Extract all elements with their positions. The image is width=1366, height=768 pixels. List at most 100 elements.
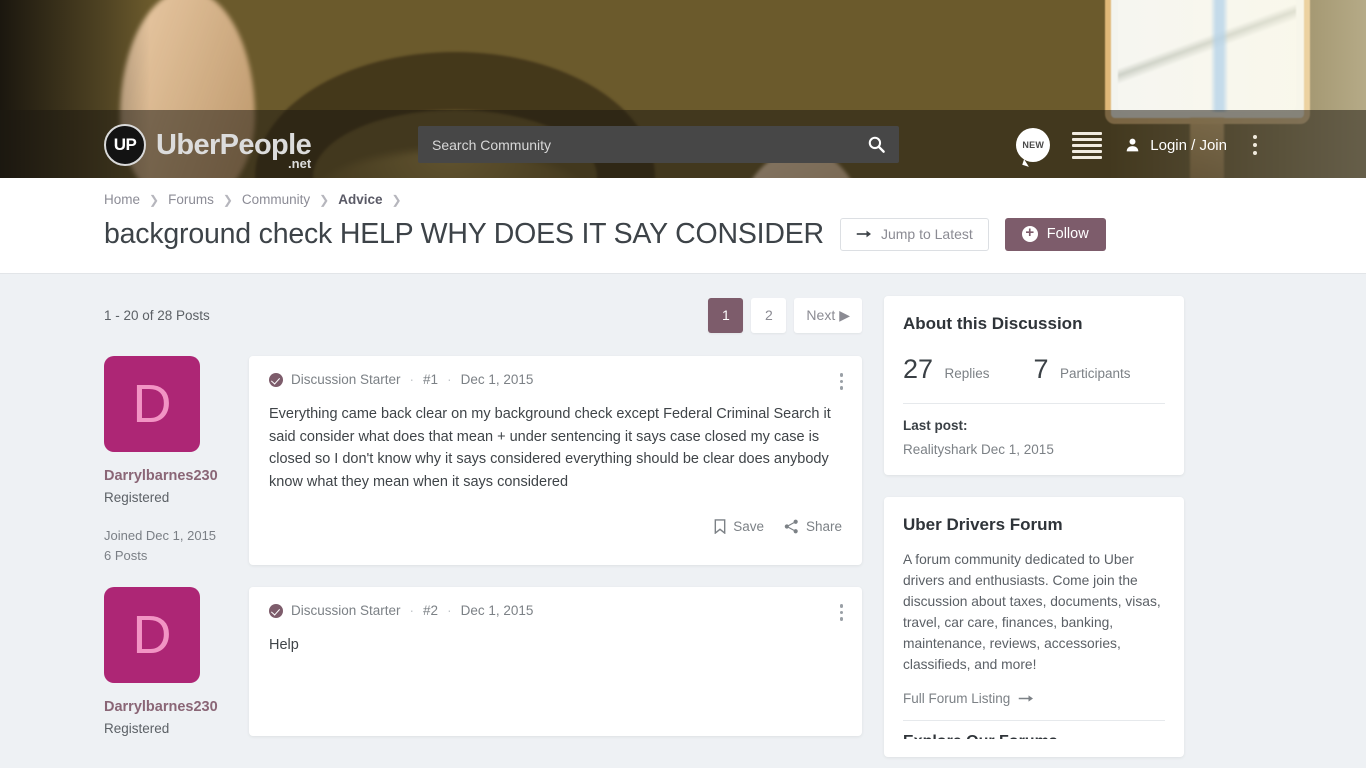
breadcrumb-separator: ❯ xyxy=(391,192,402,207)
truncated-card-heading: Explore Our Forums xyxy=(903,733,1165,739)
follow-button[interactable]: + Follow xyxy=(1004,217,1106,251)
author-name-link[interactable]: Darrylbarnes230 xyxy=(104,468,254,484)
breadcrumb: Home ❯ Forums ❯ Community ❯ Advice ❯ xyxy=(0,178,1366,207)
post-kebab-menu-icon[interactable] xyxy=(837,370,847,393)
jump-to-latest-label: Jump to Latest xyxy=(880,226,973,243)
post-bubble: Discussion Starter · #2 · Dec 1, 2015 He… xyxy=(249,587,862,737)
participants-stat: 7 Participants xyxy=(1034,354,1131,385)
login-join-button[interactable]: Login / Join xyxy=(1124,136,1227,154)
search-bar[interactable] xyxy=(418,126,899,163)
post-meta: Discussion Starter · #2 · Dec 1, 2015 xyxy=(269,603,842,618)
replies-label: Replies xyxy=(944,366,990,382)
logo-suffix-text: .net xyxy=(288,155,312,171)
replies-stat: 27 Replies xyxy=(903,354,990,385)
breadcrumb-item-community[interactable]: Community xyxy=(242,192,310,207)
verified-check-icon xyxy=(269,372,283,387)
author-rank: Registered xyxy=(104,721,170,737)
search-input[interactable] xyxy=(418,126,853,163)
meta-separator: · xyxy=(447,372,452,388)
avatar[interactable]: D xyxy=(104,356,200,453)
full-forum-listing-link[interactable]: Full Forum Listing xyxy=(903,691,1034,707)
next-page-button[interactable]: Next ▶ xyxy=(794,297,862,333)
meta-separator: · xyxy=(447,603,452,619)
new-messages-icon[interactable]: NEW xyxy=(1016,128,1051,162)
posts-count-label: 1 - 20 of 28 Posts xyxy=(104,307,210,323)
full-forum-listing-label: Full Forum Listing xyxy=(903,691,1011,707)
post-body: Everything came back clear on my backgro… xyxy=(269,406,831,490)
page-button-2[interactable]: 2 xyxy=(751,297,787,333)
breadcrumb-item-advice[interactable]: Advice xyxy=(338,192,382,207)
header-actions: NEW Login / Join xyxy=(1016,122,1261,168)
post-number[interactable]: #2 xyxy=(423,603,438,618)
discussion-starter-label: Discussion Starter xyxy=(291,603,401,619)
forum-info-card: Uber Drivers Forum A forum community ded… xyxy=(884,497,1184,758)
post-author-block: D Darrylbarnes230 Registered xyxy=(104,587,254,736)
about-discussion-title: About this Discussion xyxy=(903,314,1083,334)
title-section: Home ❯ Forums ❯ Community ❯ Advice ❯ bac… xyxy=(0,178,1366,275)
verified-check-icon xyxy=(269,603,283,618)
post-number[interactable]: #1 xyxy=(423,372,438,387)
plus-circle-icon: + xyxy=(1021,225,1038,243)
next-page-label: Next xyxy=(806,307,836,324)
header-kebab-menu-icon[interactable] xyxy=(1249,131,1261,159)
card-divider xyxy=(903,720,1165,722)
forum-list-icon[interactable] xyxy=(1072,131,1103,159)
author-rank: Registered xyxy=(104,490,170,506)
breadcrumb-item-home[interactable]: Home xyxy=(104,192,140,207)
participants-value: 7 xyxy=(1033,354,1049,385)
triangle-right-icon: ▶ xyxy=(839,306,850,323)
site-logo[interactable]: UP UberPeople .net xyxy=(104,122,312,171)
page-title: background check HELP WHY DOES IT SAY CO… xyxy=(104,218,824,250)
hero-banner: UP UberPeople .net NEW Login / Join xyxy=(0,0,1366,178)
page-button-1[interactable]: 1 xyxy=(708,297,744,333)
breadcrumb-separator: ❯ xyxy=(319,192,330,207)
save-label: Save xyxy=(733,519,764,535)
meta-separator: · xyxy=(409,372,415,388)
author-post-count: 6 Posts xyxy=(104,547,148,563)
last-post-label: Last post: xyxy=(903,418,968,434)
title-row: background check HELP WHY DOES IT SAY CO… xyxy=(0,207,1366,273)
posts-toolbar: 1 - 20 of 28 Posts 1 2 Next ▶ xyxy=(104,296,862,334)
post-date[interactable]: Dec 1, 2015 xyxy=(461,603,534,618)
login-join-label: Login / Join xyxy=(1150,136,1227,154)
search-button[interactable] xyxy=(853,126,899,163)
post-kebab-menu-icon[interactable] xyxy=(837,601,847,624)
share-icon xyxy=(784,519,798,534)
post-actions: Save Share xyxy=(269,503,842,548)
main-content: 1 - 20 of 28 Posts 1 2 Next ▶ D Darrylba… xyxy=(0,274,1366,768)
author-name-link[interactable]: Darrylbarnes230 xyxy=(104,699,254,715)
share-button[interactable]: Share xyxy=(784,519,842,534)
replies-value: 27 xyxy=(903,354,934,385)
save-button[interactable]: Save xyxy=(714,519,764,535)
breadcrumb-separator: ❯ xyxy=(149,192,160,207)
avatar[interactable]: D xyxy=(104,587,200,684)
bookmark-icon xyxy=(714,519,726,535)
post-meta: Discussion Starter · #1 · Dec 1, 2015 xyxy=(269,372,842,387)
meta-separator: · xyxy=(409,603,415,619)
post-item: D Darrylbarnes230 Registered Discussion … xyxy=(104,587,862,737)
posts-column: 1 - 20 of 28 Posts 1 2 Next ▶ D Darrylba… xyxy=(104,296,862,768)
forum-description: A forum community dedicated to Uber driv… xyxy=(903,552,1161,673)
author-joined-date: Joined Dec 1, 2015 xyxy=(104,528,217,544)
breadcrumb-item-forums[interactable]: Forums xyxy=(168,192,214,207)
discussion-stats: 27 Replies 7 Participants xyxy=(903,354,1165,385)
user-icon xyxy=(1126,138,1139,152)
post-item: D Darrylbarnes230 Registered Joined Dec … xyxy=(104,356,862,566)
share-label: Share xyxy=(805,519,842,535)
forum-info-title: Uber Drivers Forum xyxy=(903,515,1063,535)
post-date[interactable]: Dec 1, 2015 xyxy=(461,372,534,387)
discussion-starter-label: Discussion Starter xyxy=(291,372,401,388)
jump-to-latest-button[interactable]: Jump to Latest xyxy=(839,217,989,251)
logo-wordmark: UberPeople .net xyxy=(156,130,312,171)
search-icon xyxy=(868,136,885,153)
last-post-value[interactable]: Realityshark Dec 1, 2015 xyxy=(903,442,1165,457)
sidebar: About this Discussion 27 Replies 7 Parti… xyxy=(884,296,1184,768)
logo-badge-icon: UP xyxy=(104,124,146,166)
author-meta: Joined Dec 1, 2015 6 Posts xyxy=(104,526,254,565)
arrow-right-icon xyxy=(1019,695,1034,702)
arrow-right-icon xyxy=(856,230,871,238)
breadcrumb-separator: ❯ xyxy=(222,192,233,207)
participants-label: Participants xyxy=(1060,366,1131,382)
pagination: 1 2 Next ▶ xyxy=(708,297,862,333)
card-divider xyxy=(903,403,1165,405)
